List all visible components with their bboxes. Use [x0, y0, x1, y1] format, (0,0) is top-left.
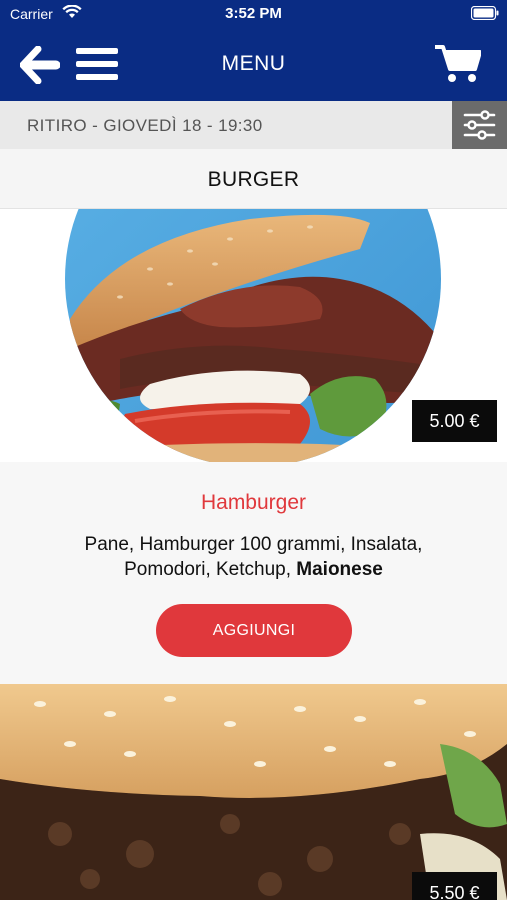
page-title: MENU — [221, 52, 286, 75]
add-to-cart-button[interactable]: AGGIUNGI — [156, 604, 352, 657]
burger-photo — [0, 684, 507, 900]
pickup-time-label: RITIRO - GIOVEDÌ 18 - 19:30 — [27, 116, 263, 135]
battery-icon — [471, 6, 499, 20]
status-time: 3:52 PM — [225, 5, 282, 22]
product-image[interactable] — [0, 684, 507, 900]
filter-button[interactable] — [452, 101, 507, 149]
nav-bar: MENU — [0, 28, 507, 101]
category-title: BURGER — [207, 168, 300, 191]
shopping-cart-icon[interactable] — [435, 44, 481, 84]
app-header: Carrier 3:52 PM MENU — [0, 0, 507, 101]
price-tag: 5.50 € — [412, 872, 497, 900]
product-name: Hamburger — [200, 491, 307, 514]
pickup-info-bar[interactable]: RITIRO - GIOVEDÌ 18 - 19:30 — [0, 101, 507, 149]
category-header: BURGER — [0, 149, 507, 209]
status-bar: Carrier 3:52 PM — [0, 0, 507, 28]
price-tag: 5.00 € — [412, 400, 497, 442]
description-highlight: Maionese — [296, 559, 383, 580]
product-description: Pane, Hamburger 100 grammi, Insalata, Po… — [40, 532, 467, 582]
product-card: Hamburger Pane, Hamburger 100 grammi, In… — [0, 462, 507, 684]
sliders-icon — [463, 110, 496, 140]
